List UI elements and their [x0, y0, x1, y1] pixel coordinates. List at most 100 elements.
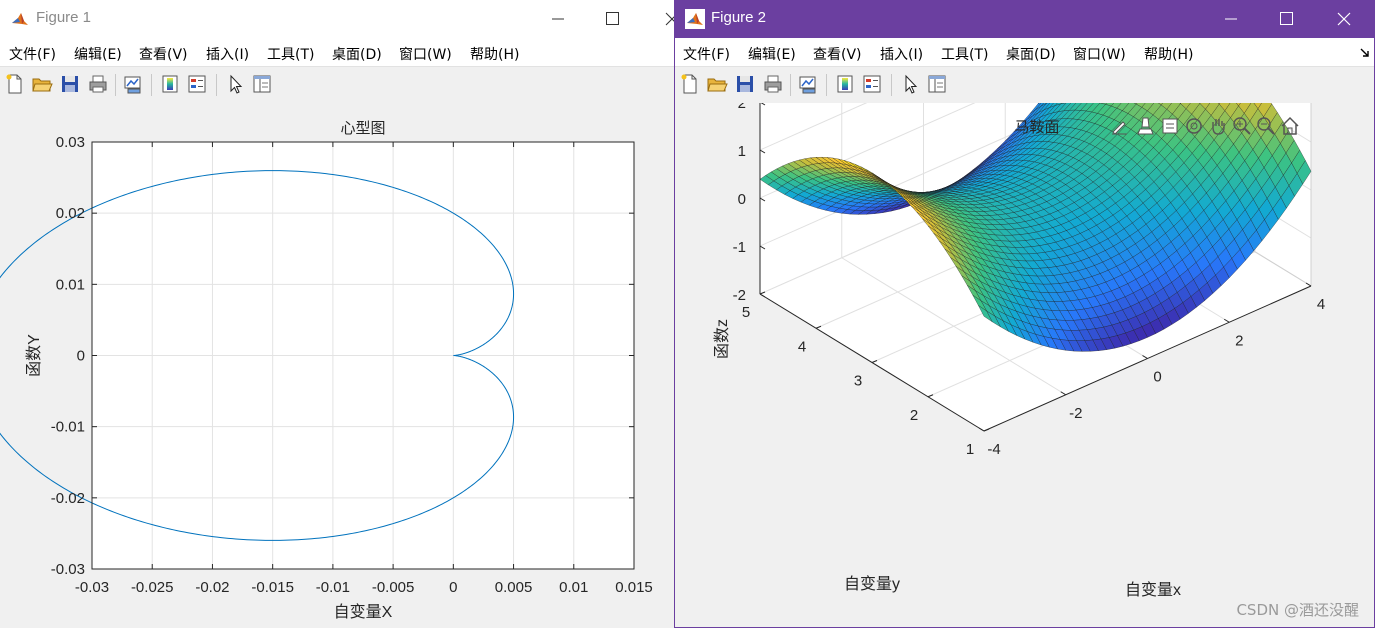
figure2-menubar: 文件(F) 编辑(E) 查看(V) 插入(I) 工具(T) 桌面(D) 窗口(W…: [675, 38, 1374, 66]
new-figure-icon[interactable]: [679, 73, 701, 95]
data-tips-icon[interactable]: [1135, 115, 1157, 137]
x-tick-label: 0.015: [615, 579, 653, 596]
link-plot-icon[interactable]: [797, 73, 819, 95]
menu-file[interactable]: 文件(F): [683, 44, 730, 64]
minimize-icon[interactable]: [1216, 4, 1246, 34]
x-tick-label: 0.005: [495, 579, 533, 596]
z-tick-label: 1: [738, 143, 746, 160]
y-tick-label: 0.02: [56, 205, 85, 222]
y-tick-label: 2: [910, 407, 918, 424]
menu-view[interactable]: 查看(V): [813, 44, 862, 64]
dock-arrow-icon[interactable]: [1359, 47, 1371, 59]
x-tick-label: -0.02: [195, 579, 229, 596]
save-icon[interactable]: [59, 73, 81, 95]
zoom-in-icon[interactable]: [1231, 115, 1253, 137]
x-tick-label: 0.01: [559, 579, 588, 596]
colorbar-icon[interactable]: [159, 73, 181, 95]
menu-insert[interactable]: 插入(I): [880, 44, 923, 64]
menu-help[interactable]: 帮助(H): [470, 44, 519, 64]
cardioid-chart[interactable]: -0.03 -0.025 -0.02 -0.015 -0.01 -0.005 0 0.005 0…: [0, 103, 674, 628]
figure2-window: Figure 2 文件(F) 编辑(E) 查看(V) 插入(I) 工具(T) 桌…: [674, 0, 1375, 628]
y-axis-label: 函数Y: [25, 334, 43, 377]
y-tick-label: 1: [966, 441, 974, 458]
save-icon[interactable]: [734, 73, 756, 95]
rotate-icon[interactable]: [1159, 115, 1181, 137]
toolbar-separator: [115, 74, 116, 96]
y-tick-label: 4: [798, 338, 806, 355]
toolbar-separator: [826, 74, 827, 96]
property-inspector-icon[interactable]: [251, 73, 273, 95]
figure1-menubar: 文件(F) 编辑(E) 查看(V) 插入(I) 工具(T) 桌面(D) 窗口(W…: [0, 38, 674, 66]
minimize-icon[interactable]: [543, 4, 573, 34]
toolbar-separator: [790, 74, 791, 96]
close-icon[interactable]: [658, 4, 674, 34]
menu-help[interactable]: 帮助(H): [1144, 44, 1193, 64]
x-tick-label: -2: [1069, 405, 1082, 422]
x-tick-label: -0.03: [75, 579, 109, 596]
menu-desktop[interactable]: 桌面(D): [1006, 44, 1056, 64]
x-tick-label: 0: [449, 579, 457, 596]
toolbar-separator: [216, 74, 217, 96]
maximize-icon[interactable]: [1271, 4, 1301, 34]
menu-file[interactable]: 文件(F): [9, 44, 56, 64]
home-icon[interactable]: [1279, 115, 1301, 137]
menu-window[interactable]: 窗口(W): [1073, 44, 1126, 64]
print-icon[interactable]: [87, 73, 109, 95]
x-tick-label: 0: [1153, 369, 1161, 386]
z-axis-label: 函数z: [713, 319, 731, 359]
brush-icon[interactable]: [1109, 115, 1131, 137]
edit-plot-icon[interactable]: [224, 73, 246, 95]
x-axis-label: 自变量X: [334, 603, 393, 621]
window-title: Figure 2: [711, 9, 767, 26]
z-tick-label: 0: [738, 191, 746, 208]
open-file-icon[interactable]: [706, 73, 728, 95]
edit-plot-icon[interactable]: [899, 73, 921, 95]
menu-tools[interactable]: 工具(T): [267, 44, 314, 64]
rotate-3d-icon[interactable]: [1183, 115, 1205, 137]
new-figure-icon[interactable]: [4, 73, 26, 95]
chart-title: 心型图: [340, 120, 385, 137]
menu-edit[interactable]: 编辑(E): [74, 44, 122, 64]
toolbar-separator: [891, 74, 892, 96]
axes-toolbar: [1109, 115, 1299, 139]
chart-title: 马鞍面: [1014, 119, 1059, 136]
x-tick-label: -0.01: [316, 579, 350, 596]
menu-window[interactable]: 窗口(W): [399, 44, 452, 64]
x-tick-label: -0.025: [131, 579, 174, 596]
link-plot-icon[interactable]: [122, 73, 144, 95]
colorbar-icon[interactable]: [834, 73, 856, 95]
menu-tools[interactable]: 工具(T): [941, 44, 988, 64]
menu-desktop[interactable]: 桌面(D): [332, 44, 382, 64]
saddle-surface-chart[interactable]: 3210-1-2-4-202412345马鞍面自变量x自变量y函数z: [675, 0, 1375, 628]
y-tick-label: 0.01: [56, 276, 85, 293]
figure1-toolbar: [0, 66, 674, 104]
figure1-plot-area: -0.03 -0.025 -0.02 -0.015 -0.01 -0.005 0 0.005 0…: [0, 103, 674, 628]
y-tick-label: 3: [854, 373, 862, 390]
y-tick-label: 0: [77, 348, 85, 365]
figure2-titlebar[interactable]: Figure 2: [675, 0, 1374, 38]
y-tick-label: -0.03: [51, 561, 85, 578]
figure2-plot-area: 3210-1-2-4-202412345马鞍面自变量x自变量y函数z: [675, 0, 1375, 628]
x-tick-label: 4: [1317, 296, 1325, 313]
menu-insert[interactable]: 插入(I): [206, 44, 249, 64]
csdn-watermark: CSDN @酒还没醒: [1236, 601, 1359, 619]
matlab-logo-icon: [685, 9, 705, 29]
y-axis-label: 自变量y: [844, 575, 900, 593]
open-file-icon[interactable]: [31, 73, 53, 95]
window-title: Figure 1: [36, 9, 92, 26]
legend-icon[interactable]: [861, 73, 883, 95]
print-icon[interactable]: [762, 73, 784, 95]
pan-icon[interactable]: [1207, 115, 1229, 137]
figure1-titlebar[interactable]: Figure 1: [0, 0, 674, 38]
zoom-out-icon[interactable]: [1255, 115, 1277, 137]
legend-icon[interactable]: [186, 73, 208, 95]
x-tick-label: -0.015: [251, 579, 294, 596]
maximize-icon[interactable]: [597, 4, 627, 34]
menu-edit[interactable]: 编辑(E): [748, 44, 796, 64]
close-icon[interactable]: [1329, 4, 1359, 34]
property-inspector-icon[interactable]: [926, 73, 948, 95]
y-tick-label: -0.02: [51, 490, 85, 507]
x-axis-label: 自变量x: [1125, 581, 1181, 599]
menu-view[interactable]: 查看(V): [139, 44, 188, 64]
y-tick-label: 0.03: [56, 134, 85, 151]
